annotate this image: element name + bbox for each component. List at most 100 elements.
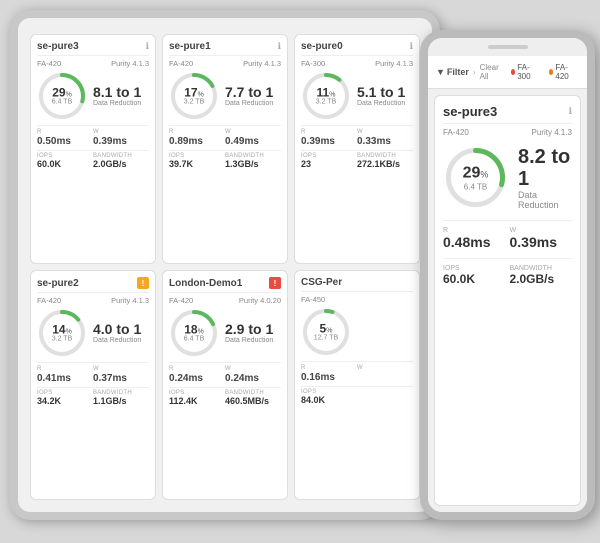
metrics-rw: R 0.24ms W 0.24ms xyxy=(169,362,281,384)
r-val: 0.24ms xyxy=(169,373,225,384)
card-purity: Purity 4.1.3 xyxy=(111,296,149,305)
card-info-icon[interactable]: ℹ xyxy=(278,41,281,52)
reduction-info: 2.9 to 1 Data Reduction xyxy=(225,322,281,344)
card-model: FA-450 xyxy=(301,295,325,304)
gauge-label: 14% 3.2 TB xyxy=(52,324,73,343)
card-gauge: 29% 6.4 TB xyxy=(37,71,87,121)
reduction-ratio: 4.0 to 1 xyxy=(93,322,149,337)
r-val: 0.16ms xyxy=(301,372,357,383)
metric-w: W 0.33ms xyxy=(357,129,413,147)
card-info-row: FA-420 Purity 4.0.20 xyxy=(169,296,281,305)
metric-r: R 0.39ms xyxy=(301,129,357,147)
metrics-rw: R 0.39ms W 0.33ms xyxy=(301,125,413,147)
card-gauge: 18% 6.4 TB xyxy=(169,308,219,358)
filter-tag-fa420[interactable]: FA-420 xyxy=(545,62,579,82)
card-header: London-Demo1 ! xyxy=(169,277,281,293)
card-info-row: FA-300 Purity 4.1.3 xyxy=(301,59,413,68)
tablet-card-se-pure1: se-pure1 ℹ FA-420 Purity 4.1.3 17% 3.2 T… xyxy=(162,34,288,264)
clear-all-button[interactable]: Clear All xyxy=(480,63,503,81)
card-info-row: FA-420 Purity 4.1.3 xyxy=(37,296,149,305)
phone-info-row: FA-420 Purity 4.1.3 xyxy=(443,128,572,137)
r-val: 0.41ms xyxy=(37,373,93,384)
scene: se-pure3 ℹ FA-420 Purity 4.1.3 29% 6.4 T… xyxy=(0,0,600,543)
metrics-iops-bw: IOPS 34.2K BANDWIDTH 1.1GB/s xyxy=(37,387,149,406)
card-model: FA-420 xyxy=(37,59,61,68)
tablet-card-csg-per: CSG-Per FA-450 5% 12.7 TB xyxy=(294,270,420,500)
iops-val: 84.0K xyxy=(301,395,357,405)
card-title: se-pure2 xyxy=(37,278,79,289)
card-model: FA-420 xyxy=(169,59,193,68)
phone-speaker xyxy=(488,45,528,49)
gauge-label: 29% 6.4 TB xyxy=(52,87,73,106)
gauge-label: 18% 6.4 TB xyxy=(184,324,205,343)
card-info-row: FA-420 Purity 4.1.3 xyxy=(169,59,281,68)
metrics-rw: R 0.89ms W 0.49ms xyxy=(169,125,281,147)
card-main: 18% 6.4 TB 2.9 to 1 Data Reduction xyxy=(169,308,281,358)
phone-card-info-icon[interactable]: ℹ xyxy=(569,106,572,117)
card-info-icon[interactable]: ℹ xyxy=(146,41,149,52)
card-title: se-pure3 xyxy=(37,41,79,52)
tag-label-fa420: FA-420 xyxy=(555,63,575,81)
reduction-label: Data Reduction xyxy=(93,100,149,107)
metrics-iops-bw: IOPS 112.4K BANDWIDTH 460.5MB/s xyxy=(169,387,281,406)
r-val: 0.50ms xyxy=(37,136,93,147)
reduction-ratio: 2.9 to 1 xyxy=(225,322,281,337)
gauge-label: 11% 3.2 TB xyxy=(316,87,337,106)
phone-r-val: 0.48ms xyxy=(443,234,506,250)
card-info-row: FA-450 xyxy=(301,295,413,304)
bw-cell: BANDWIDTH 1.1GB/s xyxy=(93,390,149,406)
metric-w: W 0.39ms xyxy=(93,129,149,147)
card-main: 5% 12.7 TB xyxy=(301,307,413,357)
filter-tag-fa300[interactable]: FA-300 xyxy=(507,62,541,82)
phone-purity: Purity 4.1.3 xyxy=(532,128,572,137)
gauge-label: 17% 3.2 TB xyxy=(184,87,205,106)
r-label: R xyxy=(169,366,225,372)
reduction-ratio: 8.1 to 1 xyxy=(93,85,149,100)
phone-iops-val: 60.0K xyxy=(443,272,506,286)
phone-card-se-pure3: se-pure3 ℹ FA-420 Purity 4.1.3 29% xyxy=(434,95,581,506)
filter-label: Filter xyxy=(447,67,469,77)
tablet-card-london-demo1: London-Demo1 ! FA-420 Purity 4.0.20 18% … xyxy=(162,270,288,500)
card-main: 14% 3.2 TB 4.0 to 1 Data Reduction xyxy=(37,308,149,358)
card-error-badge: ! xyxy=(269,277,281,289)
metrics-rw: R 0.50ms W 0.39ms xyxy=(37,125,149,147)
gauge-pct: 18 xyxy=(184,323,197,337)
reduction-label: Data Reduction xyxy=(93,337,149,344)
bw-val: 460.5MB/s xyxy=(225,396,281,406)
card-header: se-pure3 ℹ xyxy=(37,41,149,56)
r-label: R xyxy=(301,365,357,371)
iops-cell: IOPS 84.0K xyxy=(301,389,357,405)
phone-card-header: se-pure3 ℹ xyxy=(443,104,572,124)
w-label: W xyxy=(93,366,149,372)
iops-val: 60.0K xyxy=(37,159,93,169)
gauge-sub: 3.2 TB xyxy=(316,99,337,106)
iops-cell: IOPS 39.7K xyxy=(169,153,225,169)
w-val: 0.37ms xyxy=(93,373,149,384)
card-main: 17% 3.2 TB 7.7 to 1 Data Reduction xyxy=(169,71,281,121)
reduction-label: Data Reduction xyxy=(357,100,413,107)
iops-cell: IOPS 60.0K xyxy=(37,153,93,169)
metric-r: R 0.41ms xyxy=(37,366,93,384)
gauge-sub: 3.2 TB xyxy=(52,336,73,343)
phone-bw-label: BANDWIDTH xyxy=(510,265,573,272)
w-val: 0.39ms xyxy=(93,136,149,147)
bw-cell: BANDWIDTH 1.3GB/s xyxy=(225,153,281,169)
phone-card-title: se-pure3 xyxy=(443,104,497,119)
gauge-label: 5% 12.7 TB xyxy=(314,323,338,342)
card-model: FA-420 xyxy=(37,296,61,305)
w-label: W xyxy=(225,366,281,372)
reduction-info: 7.7 to 1 Data Reduction xyxy=(225,85,281,107)
w-val: 0.24ms xyxy=(225,373,281,384)
tag-label-fa300: FA-300 xyxy=(517,63,537,81)
card-header: se-pure1 ℹ xyxy=(169,41,281,56)
bw-cell: BANDWIDTH 272.1KB/s xyxy=(357,153,413,169)
tablet: se-pure3 ℹ FA-420 Purity 4.1.3 29% 6.4 T… xyxy=(10,10,440,520)
reduction-info: 5.1 to 1 Data Reduction xyxy=(357,85,413,107)
r-val: 0.39ms xyxy=(301,136,357,147)
card-warning-badge: ! xyxy=(137,277,149,289)
phone-iops-cell: IOPS 60.0K xyxy=(443,265,506,286)
card-title: se-pure1 xyxy=(169,41,211,52)
filter-button[interactable]: ▼ Filter xyxy=(436,67,469,77)
phone: ▼ Filter › Clear All FA-300 FA-420 se-pu… xyxy=(420,30,595,520)
card-info-icon[interactable]: ℹ xyxy=(410,41,413,52)
